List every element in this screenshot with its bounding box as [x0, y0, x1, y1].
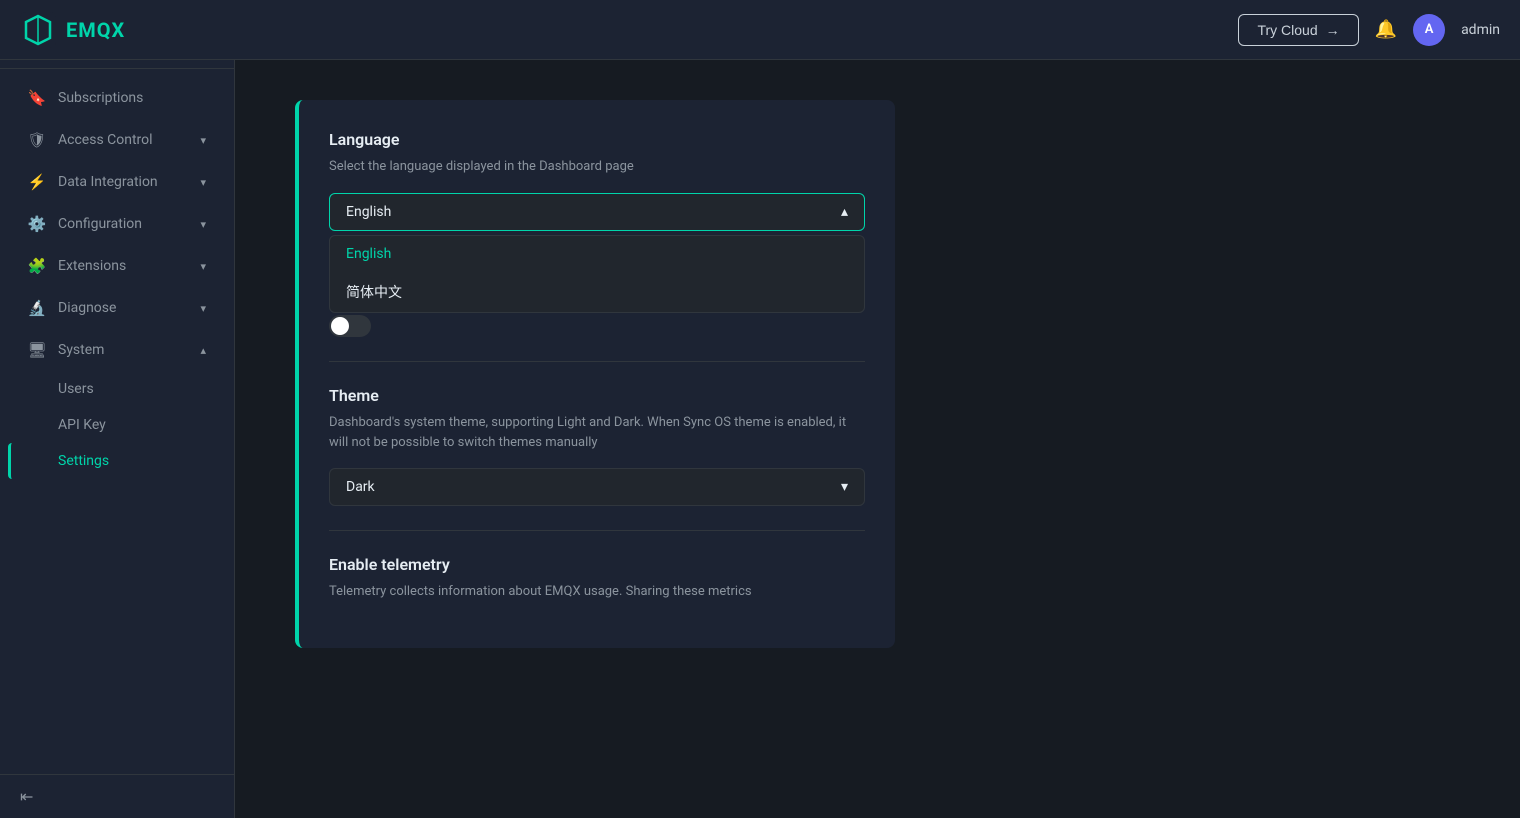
sidebar-divider — [0, 68, 234, 69]
sync-os-toggle-row — [329, 315, 865, 337]
sidebar-subitem-api-key[interactable]: API Key — [8, 407, 226, 443]
sidebar-item-label: Access Control — [58, 132, 153, 148]
telemetry-title: Enable telemetry — [329, 555, 865, 574]
header-actions: Try Cloud → 🔔 A admin — [1238, 14, 1500, 46]
language-title: Language — [329, 130, 865, 149]
section-separator-2 — [329, 361, 865, 362]
sub-item-label: Settings — [58, 453, 109, 469]
chevron-down-icon: ▾ — [841, 479, 848, 495]
try-cloud-button[interactable]: Try Cloud → — [1238, 14, 1358, 46]
system-icon: 🖥 — [28, 341, 46, 359]
sidebar-subitem-settings[interactable]: Settings — [8, 443, 226, 479]
logo-text: EMQX — [66, 18, 125, 42]
data-integration-icon: ⚡ — [28, 173, 46, 191]
chevron-up-icon: ▴ — [841, 204, 848, 220]
sidebar-item-data-integration[interactable]: ⚡ Data Integration ▾ — [8, 161, 226, 203]
chevron-down-icon: ▾ — [200, 176, 206, 189]
sidebar-item-label: Diagnose — [58, 300, 116, 316]
logo-area: EMQX — [20, 12, 125, 48]
logo-icon — [20, 12, 56, 48]
sidebar-item-diagnose[interactable]: 🔬 Diagnose ▾ — [8, 287, 226, 329]
language-dropdown[interactable]: English ▴ — [329, 193, 865, 231]
chevron-down-icon: ▾ — [200, 302, 206, 315]
access-control-icon: 🛡 — [28, 131, 46, 149]
sidebar-item-label: Configuration — [58, 216, 142, 232]
sidebar: 🔖 Subscriptions 🛡 Access Control ▾ ⚡ Dat… — [0, 60, 235, 818]
language-dropdown-menu: English 简体中文 — [329, 235, 865, 313]
language-option-english[interactable]: English — [330, 236, 864, 272]
sync-os-toggle[interactable] — [329, 315, 371, 337]
section-separator-3 — [329, 530, 865, 531]
language-dropdown-container: English ▴ English 简体中文 — [329, 193, 865, 231]
layout: 🔖 Subscriptions 🛡 Access Control ▾ ⚡ Dat… — [0, 60, 1520, 818]
sidebar-item-configuration[interactable]: ⚙️ Configuration ▾ — [8, 203, 226, 245]
sidebar-item-label: Extensions — [58, 258, 126, 274]
sidebar-collapse-button[interactable]: ⇤ — [0, 774, 234, 818]
telemetry-section: Enable telemetry Telemetry collects info… — [329, 555, 865, 602]
language-option-chinese[interactable]: 简体中文 — [330, 272, 864, 312]
sidebar-item-extensions[interactable]: 🧩 Extensions ▾ — [8, 245, 226, 287]
configuration-icon: ⚙️ — [28, 215, 46, 233]
language-desc: Select the language displayed in the Das… — [329, 157, 865, 177]
sidebar-item-label: System — [58, 342, 104, 358]
sub-item-label: API Key — [58, 417, 106, 433]
avatar: A — [1413, 14, 1445, 46]
chevron-down-icon: ▾ — [200, 218, 206, 231]
telemetry-desc: Telemetry collects information about EMQ… — [329, 582, 865, 602]
chevron-up-icon: ▴ — [200, 344, 206, 357]
sidebar-item-access-control[interactable]: 🛡 Access Control ▾ — [8, 119, 226, 161]
sub-item-label: Users — [58, 381, 94, 397]
admin-label: admin — [1461, 22, 1500, 38]
sidebar-item-subscriptions[interactable]: 🔖 Subscriptions — [8, 77, 226, 119]
language-section: Language Select the language displayed i… — [329, 130, 865, 231]
toggle-knob — [331, 317, 349, 335]
chevron-down-icon: ▾ — [200, 260, 206, 273]
bell-icon[interactable]: 🔔 — [1375, 19, 1397, 40]
settings-panel: Language Select the language displayed i… — [295, 100, 895, 648]
theme-dropdown-container: Dark ▾ — [329, 468, 865, 506]
sidebar-item-label: Subscriptions — [58, 90, 143, 106]
theme-selected-value: Dark — [346, 479, 375, 495]
theme-dropdown[interactable]: Dark ▾ — [329, 468, 865, 506]
subscriptions-icon: 🔖 — [28, 89, 46, 107]
diagnose-icon: 🔬 — [28, 299, 46, 317]
sidebar-item-label: Data Integration — [58, 174, 158, 190]
chevron-down-icon: ▾ — [200, 134, 206, 147]
theme-section: Theme Dashboard's system theme, supporti… — [329, 386, 865, 506]
main-content: Language Select the language displayed i… — [235, 60, 1520, 818]
language-selected-value: English — [346, 204, 391, 220]
sidebar-subitem-users[interactable]: Users — [8, 371, 226, 407]
theme-title: Theme — [329, 386, 865, 405]
theme-desc: Dashboard's system theme, supporting Lig… — [329, 413, 865, 452]
extensions-icon: 🧩 — [28, 257, 46, 275]
header: EMQX Try Cloud → 🔔 A admin — [0, 0, 1520, 60]
sidebar-item-system[interactable]: 🖥 System ▴ — [8, 329, 226, 371]
